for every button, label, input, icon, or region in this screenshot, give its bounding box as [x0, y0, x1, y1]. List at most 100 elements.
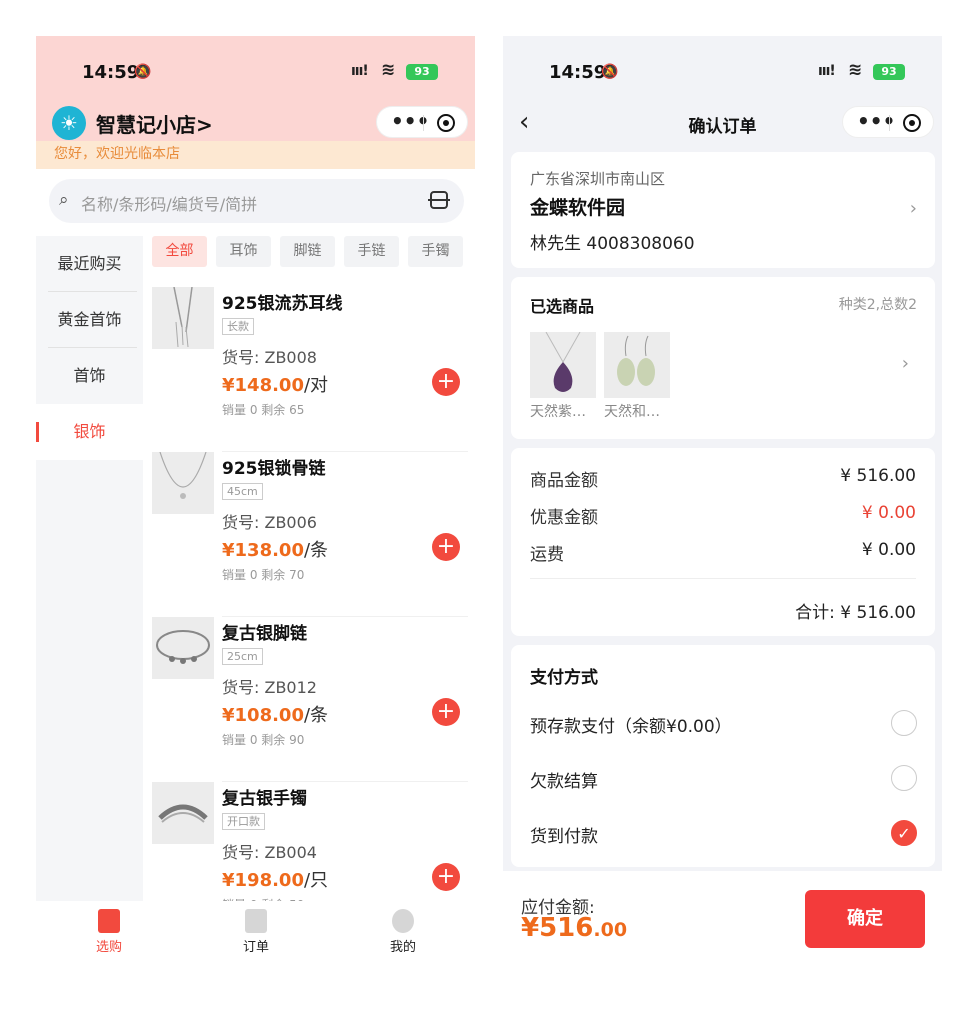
- product-code: 货号: ZB006: [222, 513, 317, 532]
- product-item[interactable]: 925银流苏耳线 长款 货号: ZB008 ¥148.00/对 销量 0 剩余 …: [152, 287, 468, 452]
- product-stock: 销量 0 剩余 90: [222, 733, 305, 747]
- category-label: 黄金首饰: [57, 310, 122, 329]
- miniprogram-capsule[interactable]: •••: [376, 106, 468, 138]
- product-code: 货号: ZB012: [222, 678, 317, 697]
- search-placeholder: 名称/条形码/编货号/简拼: [81, 195, 258, 214]
- search-input[interactable]: ⌕ 名称/条形码/编货号/简拼: [49, 179, 464, 223]
- signal-icon: ııı!: [818, 63, 836, 79]
- store-name-link[interactable]: 智慧记小店>: [96, 109, 213, 138]
- product-image: [152, 617, 214, 679]
- add-to-cart-button[interactable]: +: [432, 533, 460, 561]
- goods-thumbnail: [530, 332, 596, 398]
- category-item-active[interactable]: 银饰: [36, 404, 143, 460]
- chip-bracelets[interactable]: 手链: [344, 236, 399, 267]
- radio-cod-checked[interactable]: ✓: [891, 820, 917, 846]
- price-value: ¥138.00: [222, 540, 304, 561]
- price-unit: /条: [303, 705, 329, 726]
- add-to-cart-button[interactable]: +: [432, 368, 460, 396]
- chip-all[interactable]: 全部: [152, 236, 207, 267]
- product-name: 复古银脚链: [222, 624, 307, 644]
- product-name: 925银流苏耳线: [222, 294, 343, 314]
- tab-shop[interactable]: 选购: [69, 909, 149, 955]
- miniprogram-capsule[interactable]: •••: [842, 106, 934, 138]
- payment-title: 支付方式: [530, 668, 598, 688]
- wifi-icon: ≋: [381, 60, 396, 80]
- status-time: 14:59: [82, 62, 140, 83]
- product-price: ¥198.00/只: [222, 866, 328, 892]
- anklet-image: [156, 630, 210, 664]
- store-screen: 14:59 🔕 ııı! ≋ 93 ☀ 智慧记小店> ••• 您好，欢迎光临本店…: [36, 36, 475, 959]
- chevron-right-icon: ›: [901, 353, 909, 374]
- price-value: ¥198.00: [222, 870, 304, 891]
- radio-credit[interactable]: [891, 765, 917, 791]
- divider: [530, 578, 916, 579]
- payable-amount: ¥516.00: [521, 913, 627, 943]
- goods-count: 种类2,总数2: [838, 297, 917, 313]
- amount-label: 优惠金额: [530, 508, 598, 528]
- document-icon: [245, 909, 267, 933]
- amount-value: ¥ 0.00: [861, 503, 916, 523]
- price-value: ¥108.00: [222, 705, 304, 726]
- goods-thumbnail: [604, 332, 670, 398]
- radio-prepaid[interactable]: [891, 710, 917, 736]
- address-region: 广东省深圳市南山区: [530, 170, 666, 188]
- amount-total: 合计: ¥ 516.00: [795, 603, 916, 623]
- close-miniprogram-icon[interactable]: [903, 114, 921, 132]
- payment-option-cod[interactable]: 货到付款: [530, 822, 598, 847]
- signal-icon: ııı!: [351, 63, 369, 79]
- selected-goods-card[interactable]: 已选商品 种类2,总数2 天然紫… 天然和… ›: [511, 277, 935, 439]
- status-time: 14:59: [549, 62, 607, 83]
- status-bar: 14:59 🔕 ııı! ≋ 93: [36, 36, 475, 106]
- price-unit: /条: [303, 540, 329, 561]
- chip-anklets[interactable]: 脚链: [280, 236, 335, 267]
- tab-profile[interactable]: 我的: [363, 909, 443, 955]
- amount-row-goods: 商品金额 ¥ 516.00: [530, 466, 916, 491]
- amount-label: 商品金额: [530, 471, 598, 491]
- jade-earrings-image: [617, 335, 655, 386]
- confirm-order-screen: 14:59 🔕 ııı! ≋ 93 ‹ 确认订单 ••• 广东省深圳市南山区 金…: [503, 36, 942, 959]
- close-miniprogram-icon[interactable]: [437, 114, 455, 132]
- payment-option-prepaid[interactable]: 预存款支付（余额¥0.00）: [530, 712, 732, 737]
- add-to-cart-button[interactable]: +: [432, 698, 460, 726]
- status-bar: 14:59 🔕 ııı! ≋ 93: [503, 36, 942, 106]
- shopping-bag-icon: [98, 909, 120, 933]
- wifi-icon: ≋: [848, 60, 863, 80]
- price-value: ¥148.00: [222, 375, 304, 396]
- battery-indicator: 93: [406, 64, 438, 80]
- amethyst-pendant-image: [545, 332, 581, 392]
- tab-label: 订单: [242, 940, 269, 955]
- address-contact: 林先生 4008308060: [530, 234, 695, 254]
- goods-label: 天然紫…: [530, 404, 586, 420]
- scan-icon[interactable]: [428, 191, 450, 209]
- product-stock: 销量 0 剩余 70: [222, 568, 305, 582]
- search-icon: ⌕: [59, 190, 69, 210]
- add-to-cart-button[interactable]: +: [432, 863, 460, 891]
- category-item[interactable]: 黄金首饰: [36, 292, 143, 348]
- price-unit: /只: [303, 870, 329, 891]
- category-label: 最近购买: [57, 254, 122, 273]
- payment-card: 支付方式 预存款支付（余额¥0.00） 欠款结算 货到付款 ✓: [511, 645, 935, 867]
- category-item[interactable]: 首饰: [36, 348, 143, 404]
- earring-image: [173, 287, 193, 348]
- product-price: ¥138.00/条: [222, 536, 328, 562]
- chip-earrings[interactable]: 耳饰: [216, 236, 271, 267]
- product-image: [152, 287, 214, 349]
- amount-row-discount: 优惠金额 ¥ 0.00: [530, 503, 916, 528]
- product-tag: 45cm: [222, 483, 263, 500]
- address-card[interactable]: 广东省深圳市南山区 金蝶软件园 林先生 4008308060 ›: [511, 152, 935, 268]
- amount-label: 运费: [530, 545, 564, 565]
- product-tag: 开口款: [222, 813, 265, 830]
- tab-bar: 选购 订单 我的: [36, 901, 475, 959]
- product-image: [152, 452, 214, 514]
- product-item[interactable]: 复古银脚链 25cm 货号: ZB012 ¥108.00/条 销量 0 剩余 9…: [152, 617, 468, 782]
- chip-bangles[interactable]: 手镯: [408, 236, 463, 267]
- product-item[interactable]: 925银锁骨链 45cm 货号: ZB006 ¥138.00/条 销量 0 剩余…: [152, 452, 468, 617]
- amount-row-shipping: 运费 ¥ 0.00: [530, 540, 916, 565]
- confirm-button[interactable]: 确定: [805, 890, 925, 948]
- payment-option-credit[interactable]: 欠款结算: [530, 767, 598, 792]
- checkout-footer: 应付金额: ¥516.00 确定: [503, 871, 942, 959]
- price-unit: /对: [303, 375, 329, 396]
- mute-icon: 🔕: [134, 64, 152, 80]
- tab-orders[interactable]: 订单: [216, 909, 296, 955]
- category-item[interactable]: 最近购买: [36, 236, 143, 292]
